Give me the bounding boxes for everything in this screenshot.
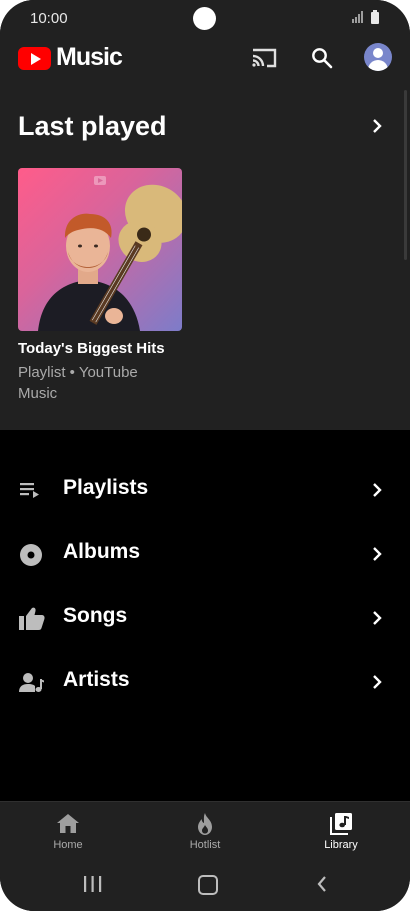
nav-label: Home (53, 839, 83, 851)
recent-apps-icon[interactable] (83, 876, 103, 892)
flame-icon (198, 813, 212, 835)
library-item-albums[interactable]: Albums (0, 526, 410, 582)
nav-label: Hotlist (189, 839, 221, 851)
chevron-right-icon (373, 483, 382, 497)
cast-icon[interactable] (250, 46, 278, 70)
nav-hotlist[interactable]: Hotlist (137, 802, 273, 858)
nav-library[interactable]: Library (273, 802, 409, 858)
album-icon (20, 544, 42, 566)
playlist-subtitle: Playlist • YouTube Music (18, 364, 138, 402)
playlist-icon (20, 483, 39, 498)
library-music-icon (330, 813, 352, 835)
home-icon (57, 814, 79, 833)
status-bar: 10:00 (0, 0, 410, 36)
chevron-right-icon (373, 675, 382, 689)
nav-label: Library (324, 839, 358, 851)
last-played-title: Last played (18, 111, 167, 141)
app-header: Music (0, 36, 410, 84)
battery-icon (371, 10, 379, 24)
status-time: 10:00 (30, 10, 68, 27)
library-item-label: Albums (63, 540, 141, 563)
chevron-right-icon (373, 547, 382, 561)
front-camera (193, 7, 216, 30)
last-played-section: Last played Today's Biggest Hits Playlis… (0, 84, 410, 430)
library-item-artists[interactable]: Artists (0, 654, 410, 710)
cover-artwork (38, 176, 182, 331)
library-item-songs[interactable]: Songs (0, 590, 410, 646)
home-button[interactable] (198, 875, 218, 895)
search-icon[interactable] (311, 47, 333, 69)
library-item-playlists[interactable]: Playlists (0, 462, 410, 518)
chevron-right-icon (373, 611, 382, 625)
library-item-label: Playlists (63, 476, 149, 499)
phone-frame: 10:00 Music Last played Today's Biggest … (0, 0, 410, 911)
thumb-up-icon (19, 607, 45, 630)
artist-icon (19, 673, 44, 692)
youtube-play-icon (18, 47, 51, 70)
library-item-label: Songs (63, 604, 128, 627)
back-icon[interactable] (316, 876, 328, 892)
playlist-title[interactable]: Today's Biggest Hits (18, 340, 165, 357)
logo-text: Music (56, 43, 123, 71)
playlist-cover-art[interactable] (18, 168, 182, 331)
scrollbar[interactable] (404, 90, 407, 260)
signal-icon (352, 11, 363, 23)
library-item-label: Artists (63, 668, 130, 691)
chevron-right-icon[interactable] (370, 118, 384, 134)
nav-home[interactable]: Home (0, 802, 136, 858)
system-navigation-bar (0, 857, 410, 911)
account-avatar[interactable] (364, 43, 392, 71)
bottom-navigation: Home Hotlist Library (0, 801, 410, 858)
